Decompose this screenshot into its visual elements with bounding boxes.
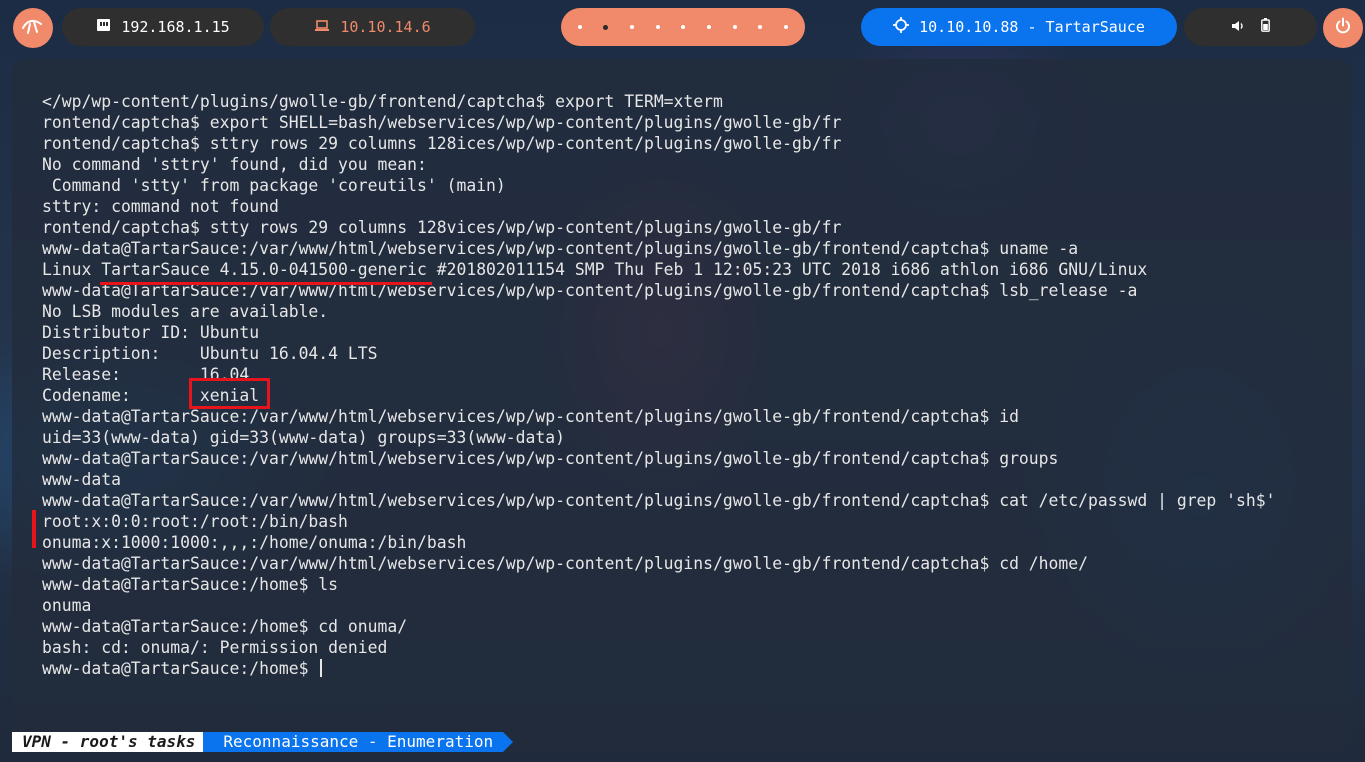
terminal-line: root:x:0:0:root:/root:/bin/bash: [42, 512, 348, 531]
terminal-line: Command 'stty' from package 'coreutils' …: [42, 176, 506, 195]
power-icon: [1334, 17, 1352, 39]
target-widget[interactable]: 10.10.10.88 - TartarSauce: [861, 8, 1177, 46]
terminal-line: No LSB modules are available.: [42, 302, 329, 321]
workspace-9[interactable]: [784, 25, 789, 29]
terminal-line: www-data@TartarSauce:/var/www/html/webse…: [42, 554, 1089, 573]
terminal-line: www-data@TartarSauce:/var/www/html/webse…: [42, 407, 1019, 426]
battery-icon[interactable]: [1261, 18, 1270, 36]
local-ip-widget[interactable]: 192.168.1.15: [62, 8, 264, 46]
terminal-line: uid=33(www-data) gid=33(www-data) groups…: [42, 428, 566, 447]
ethernet-icon: [96, 18, 111, 36]
terminal-line: rontend/captcha$ stty rows 29 columns 12…: [42, 218, 842, 237]
volume-icon[interactable]: [1231, 18, 1245, 36]
terminal-line: rontend/captcha$ sttry rows 29 columns 1…: [42, 134, 842, 153]
workspace-6[interactable]: [707, 25, 712, 29]
laptop-icon: [314, 18, 330, 36]
workspace-7[interactable]: [732, 25, 737, 29]
terminal-line: www-data: [42, 470, 121, 489]
terminal-line: No command 'sttry' found, did you mean:: [42, 155, 427, 174]
power-button[interactable]: [1323, 8, 1363, 48]
terminal-line: bash: cd: onuma/: Permission denied: [42, 638, 388, 657]
vpn-ip-widget[interactable]: 10.10.14.6: [270, 8, 475, 46]
kali-menu-icon: [22, 18, 44, 38]
terminal-line: www-data@TartarSauce:/home$: [42, 658, 1276, 679]
terminal-cursor: [320, 659, 323, 677]
terminal-line: www-data@TartarSauce:/home$ ls: [42, 575, 339, 594]
terminal-line: rontend/captcha$ export SHELL=bash/webse…: [42, 113, 842, 132]
terminal-line: sttry: command not found: [42, 197, 279, 216]
local-ip-text: 192.168.1.15: [121, 18, 230, 36]
kernel-version-underline: [100, 282, 432, 285]
tmux-window-label[interactable]: Reconnaissance - Enumeration: [203, 732, 513, 752]
codename-highlight-box: [189, 378, 270, 409]
workspace-2[interactable]: [603, 24, 609, 30]
workspace-4[interactable]: [655, 25, 660, 29]
tmux-session-label[interactable]: VPN - root's tasks: [12, 732, 214, 752]
kali-menu-button[interactable]: [13, 8, 53, 48]
terminal-line: onuma:x:1000:1000:,,,:/home/onuma:/bin/b…: [42, 533, 467, 552]
terminal-line: </wp/wp-content/plugins/gwolle-gb/fronte…: [42, 92, 723, 111]
terminal-line: www-data@TartarSauce:/var/www/html/webse…: [42, 491, 1276, 510]
workspace-1[interactable]: [577, 25, 582, 29]
terminal-line: www-data@TartarSauce:/home$ cd onuma/: [42, 617, 408, 636]
workspace-3[interactable]: [630, 25, 635, 29]
workspace-5[interactable]: [681, 25, 686, 29]
top-bar: 192.168.1.15 10.10.14.6 10.10.10.88 - Ta…: [0, 0, 1365, 56]
terminal-line: Distributor ID: Ubuntu: [42, 323, 260, 342]
system-tray[interactable]: [1184, 8, 1317, 46]
terminal-line: Description: Ubuntu 16.04.4 LTS: [42, 344, 378, 363]
target-text: 10.10.10.88 - TartarSauce: [919, 18, 1145, 36]
terminal-line: onuma: [42, 596, 92, 615]
terminal-line: www-data@TartarSauce:/var/www/html/webse…: [42, 449, 1059, 468]
workspace-switcher[interactable]: [561, 8, 805, 46]
crosshair-icon: [893, 17, 910, 37]
terminal-line: www-data@TartarSauce:/var/www/html/webse…: [42, 239, 1079, 258]
terminal-window[interactable]: </wp/wp-content/plugins/gwolle-gb/fronte…: [12, 59, 1352, 752]
tmux-status-bar: VPN - root's tasks Reconnaissance - Enum…: [12, 732, 513, 752]
terminal-line: Linux TartarSauce 4.15.0-041500-generic …: [42, 260, 1148, 279]
workspace-8[interactable]: [758, 25, 763, 29]
users-highlight-bar: [32, 510, 36, 548]
vpn-ip-text: 10.10.14.6: [340, 18, 431, 36]
